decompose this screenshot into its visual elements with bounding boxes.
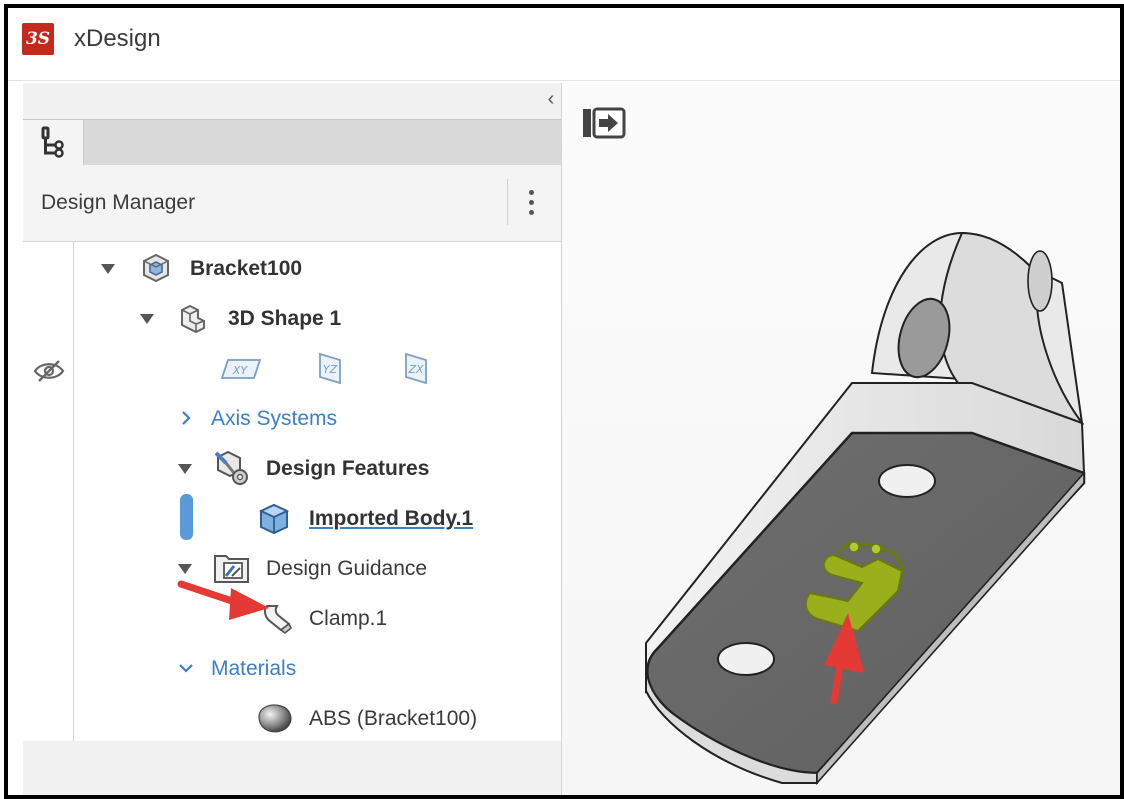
tree-row-axis-systems[interactable]: Axis Systems: [23, 396, 561, 440]
bracket-model[interactable]: [562, 83, 1120, 795]
svg-text:ZX: ZX: [407, 363, 424, 376]
design-manager-header: Design Manager: [23, 165, 561, 242]
app-title: xDesign: [74, 25, 161, 52]
assembly-icon: [143, 253, 169, 283]
expand-icon[interactable]: [140, 314, 154, 324]
design-features-icon: [214, 450, 248, 485]
tree-row-clamp[interactable]: Clamp.1: [23, 596, 561, 640]
plane-zx-icon[interactable]: ZX: [401, 351, 431, 385]
header-divider: [507, 179, 508, 225]
shape-icon: [181, 304, 205, 334]
design-manager-panel: ‹ Design Manager Bracket100 3D Shape 1 X…: [23, 83, 562, 795]
svg-text:YZ: YZ: [323, 363, 338, 376]
tree-label: Materials: [211, 657, 297, 680]
collapse-panel-button[interactable]: ‹: [541, 89, 561, 109]
app-window: 3S xDesign ‹ Design Manager Bracket100 3…: [4, 4, 1124, 799]
tree-row-design-guidance[interactable]: Design Guidance: [23, 546, 561, 590]
tree-label: Clamp.1: [309, 607, 388, 630]
3d-viewport[interactable]: [562, 83, 1120, 795]
tree-row-3d-shape[interactable]: 3D Shape 1: [23, 296, 561, 340]
app-logo: 3S: [22, 23, 54, 55]
chevron-down-icon[interactable]: [177, 661, 195, 675]
title-bar: 3S xDesign: [8, 8, 1120, 81]
expand-icon[interactable]: [178, 464, 192, 474]
tree-label: Design Guidance: [266, 557, 428, 580]
material-icon: [258, 704, 292, 733]
tree-icon: [41, 126, 64, 158]
tree-row-planes: XY YZ ZX: [23, 346, 561, 390]
tree-row-materials[interactable]: Materials: [23, 646, 561, 690]
svg-text:XY: XY: [232, 364, 249, 377]
body-icon: [258, 503, 290, 535]
plane-xy-icon[interactable]: XY: [220, 354, 264, 384]
panel-footer: [23, 741, 561, 795]
tree-row-bracket100[interactable]: Bracket100: [23, 246, 561, 290]
expand-icon[interactable]: [101, 264, 115, 274]
chevron-right-icon[interactable]: [179, 409, 193, 427]
plane-yz-icon[interactable]: YZ: [315, 351, 345, 385]
tree-row-imported-body[interactable]: Imported Body.1: [23, 494, 561, 540]
feature-tree: Bracket100 3D Shape 1 XY YZ ZX Axis Syst…: [23, 242, 561, 741]
tree-label: 3D Shape 1: [228, 307, 342, 330]
tree-row-material-abs[interactable]: ABS (Bracket100): [23, 696, 561, 740]
tree-label: Bracket100: [190, 257, 303, 280]
panel-tab-strip: [23, 119, 561, 166]
tree-label: Axis Systems: [211, 407, 338, 430]
tree-label: ABS (Bracket100): [309, 707, 478, 730]
tree-label: Imported Body.1: [309, 507, 474, 530]
panel-title: Design Manager: [41, 191, 196, 214]
annotation-arrow: [177, 580, 269, 620]
tree-row-design-features[interactable]: Design Features: [23, 446, 561, 490]
tab-design-manager[interactable]: [23, 120, 84, 166]
tree-label: Design Features: [266, 457, 430, 480]
selection-indicator: [180, 494, 193, 540]
kebab-icon[interactable]: [521, 185, 541, 221]
